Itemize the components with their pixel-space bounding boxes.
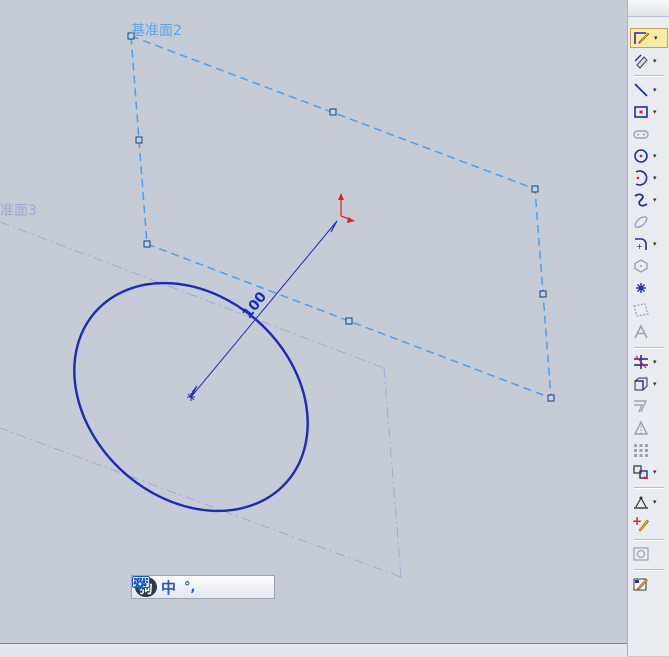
arc-button[interactable]: ▾ <box>630 168 668 188</box>
plane3-outline[interactable] <box>0 221 402 578</box>
fillet-button[interactable]: + ▾ <box>630 234 668 254</box>
spline-icon <box>630 190 652 210</box>
svg-text:+: + <box>632 516 642 528</box>
slot-button[interactable] <box>630 124 668 144</box>
ime-punct-toggle[interactable]: °, <box>184 577 195 597</box>
smart-dimension-icon <box>630 51 652 71</box>
chevron-down-icon[interactable]: ▾ <box>653 86 657 94</box>
offset-button[interactable] <box>630 396 668 416</box>
chevron-down-icon[interactable]: ▾ <box>653 358 657 366</box>
chevron-down-icon[interactable]: ▾ <box>653 240 657 248</box>
move-entities-icon <box>630 462 652 482</box>
spline-button[interactable]: ▾ <box>630 190 668 210</box>
display-relations-button[interactable]: ▾ <box>630 492 668 512</box>
plane-edge-handle[interactable] <box>345 317 353 325</box>
plane-corner-handle[interactable] <box>531 185 539 193</box>
pattern-button[interactable] <box>630 440 668 460</box>
sketch-toolbar: ▾ ▾ ▾ ▾ ▾ ▾ ▾ + ▾ ▾ ▾ ▾ ▾ + <box>627 0 669 656</box>
toolbar-separator <box>634 539 664 541</box>
mirror-icon <box>630 418 652 438</box>
chevron-down-icon[interactable]: ▾ <box>653 498 657 506</box>
fillet-icon: + <box>630 234 652 254</box>
ellipse-icon <box>630 212 652 232</box>
text-icon <box>630 322 652 342</box>
rapid-sketch-icon <box>630 574 652 594</box>
chevron-down-icon[interactable]: ▾ <box>653 174 657 182</box>
sketch-canvas[interactable]: 100 <box>0 0 627 644</box>
convert-entities-button[interactable]: ▾ <box>630 374 668 394</box>
toolbar-separator <box>634 569 664 571</box>
plane-edge-handle[interactable] <box>539 290 547 298</box>
toolbar-separator <box>634 347 664 349</box>
graphics-area[interactable]: 100 基准面2 准面3 狗 中 °, <box>0 0 627 644</box>
plane2-outline[interactable] <box>130 34 552 400</box>
line-button[interactable]: ▾ <box>630 80 668 100</box>
pattern-icon <box>630 440 652 460</box>
plane-corner-handle[interactable] <box>547 394 555 402</box>
point-icon <box>630 278 652 298</box>
plane2-label[interactable]: 基准面2 <box>131 20 182 40</box>
polygon-icon <box>630 256 652 276</box>
quick-snaps-button[interactable] <box>630 544 668 564</box>
convert-entities-icon <box>630 374 652 394</box>
chevron-down-icon[interactable]: ▾ <box>654 34 658 42</box>
mirror-button[interactable] <box>630 418 668 438</box>
polygon-button[interactable] <box>630 256 668 276</box>
dimension-leader <box>190 220 338 398</box>
chevron-down-icon[interactable]: ▾ <box>653 57 657 65</box>
dimension-value[interactable]: 100 <box>240 289 271 322</box>
toolbar-separator <box>634 487 664 489</box>
line-icon <box>630 80 652 100</box>
rectangle-icon <box>630 102 652 122</box>
status-strip <box>0 643 627 657</box>
ime-mode-toggle[interactable]: 中 <box>161 577 176 597</box>
ellipse-button[interactable] <box>630 212 668 232</box>
sketch-tool-button[interactable]: ▾ <box>630 28 668 48</box>
chevron-down-icon[interactable]: ▾ <box>653 468 657 476</box>
circle-button[interactable]: ▾ <box>630 146 668 166</box>
text-button[interactable] <box>630 322 668 342</box>
chevron-down-icon[interactable]: ▾ <box>653 108 657 116</box>
circle-icon <box>630 146 652 166</box>
repair-sketch-icon: + <box>630 514 652 534</box>
ime-toolbar[interactable]: 狗 中 °, <box>131 575 275 599</box>
offset-icon <box>630 396 652 416</box>
arc-icon <box>630 168 652 188</box>
plane2-handles[interactable] <box>127 32 555 402</box>
repair-sketch-button[interactable]: + <box>630 514 668 534</box>
plane-edge-handle[interactable] <box>329 108 337 116</box>
plane-button[interactable] <box>630 300 668 320</box>
rapid-sketch-button[interactable] <box>630 574 668 594</box>
move-entities-button[interactable]: ▾ <box>630 462 668 482</box>
chevron-down-icon[interactable]: ▾ <box>653 152 657 160</box>
slot-icon <box>630 124 652 144</box>
display-relations-icon <box>630 492 652 512</box>
plane-corner-handle[interactable] <box>143 240 151 248</box>
svg-text:+: + <box>636 242 643 251</box>
rectangle-button[interactable]: ▾ <box>630 102 668 122</box>
smart-dimension-button[interactable]: ▾ <box>630 51 668 71</box>
chevron-down-icon[interactable]: ▾ <box>653 196 657 204</box>
sketch-icon <box>631 28 653 48</box>
plane3-label[interactable]: 准面3 <box>0 200 37 220</box>
toolbar-grip[interactable] <box>628 0 669 17</box>
plane-icon <box>630 300 652 320</box>
point-button[interactable] <box>630 278 668 298</box>
toolbar-separator <box>634 75 664 77</box>
plane-edge-handle[interactable] <box>135 136 143 144</box>
chevron-down-icon[interactable]: ▾ <box>653 380 657 388</box>
trim-icon <box>630 352 652 372</box>
origin-triad-icon <box>338 193 355 223</box>
quick-snaps-icon <box>630 544 652 564</box>
trim-button[interactable]: ▾ <box>630 352 668 372</box>
